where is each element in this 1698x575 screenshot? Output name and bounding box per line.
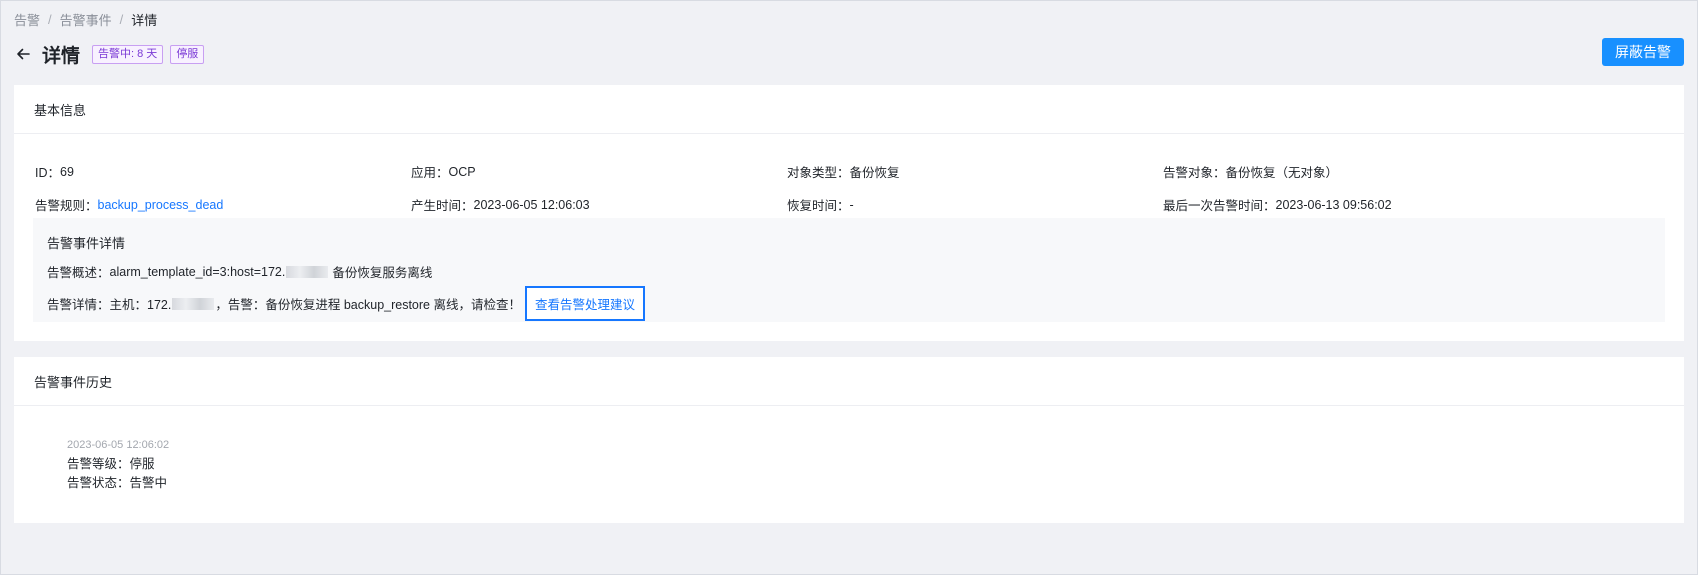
info-created-time: 产生时间： 2023-06-05 12:06:03 bbox=[411, 195, 787, 214]
redacted-ip bbox=[286, 265, 329, 278]
breadcrumb-separator: / bbox=[119, 12, 124, 27]
event-detail-title: 告警事件详情 bbox=[47, 236, 126, 251]
info-label: 恢复时间： bbox=[787, 199, 850, 213]
detail-prefix: 主机：172. bbox=[109, 298, 172, 312]
info-object-type: 对象类型： 备份恢复 bbox=[787, 162, 1163, 181]
info-recovered-time: 恢复时间： - bbox=[787, 195, 1163, 214]
info-label: 产生时间： bbox=[411, 199, 474, 213]
info-alarm-object: 告警对象： 备份恢复（无对象） bbox=[1163, 162, 1539, 181]
page-title: 详情 bbox=[42, 45, 81, 67]
info-label: 最后一次告警时间： bbox=[1163, 199, 1276, 213]
info-row: ID： 69 应用： OCP 对象类型： 备份恢复 告警对象： 备份恢复（无对象… bbox=[35, 155, 1684, 188]
history-timestamp: 2023-06-05 12:06:02 bbox=[67, 439, 170, 451]
info-row: 告警规则： backup_process_dead 产生时间： 2023-06-… bbox=[35, 188, 1684, 221]
info-label: 告警规则： bbox=[35, 199, 98, 213]
page-header: 详情 告警中: 8 天 停服 屏蔽告警 bbox=[14, 38, 1684, 69]
info-application: 应用： OCP bbox=[411, 162, 787, 181]
basic-info-title: 基本信息 bbox=[14, 85, 1684, 134]
status-badge-alarming-duration: 告警中: 8 天 bbox=[92, 44, 164, 64]
history-status: 告警状态：告警中 bbox=[67, 476, 168, 490]
info-value: OCP bbox=[448, 164, 476, 179]
detail-suffix: ，告警：备份恢复进程 backup_restore 离线，请检查！ bbox=[215, 298, 521, 312]
alarm-summary: 告警概述： alarm_template_id=3:host=172. 备份恢复… bbox=[47, 262, 432, 281]
breadcrumb: 告警 / 告警事件 / 详情 bbox=[14, 10, 157, 29]
summary-prefix: alarm_template_id=3:host=172. bbox=[109, 264, 286, 279]
info-last-alarm-time: 最后一次告警时间： 2023-06-13 09:56:02 bbox=[1163, 195, 1539, 214]
info-value: 备份恢复（无对象） bbox=[1225, 166, 1339, 180]
breadcrumb-item-alarm[interactable]: 告警 bbox=[14, 10, 40, 29]
severity-badge: 停服 bbox=[170, 44, 205, 64]
view-handling-advice-link[interactable]: 查看告警处理建议 bbox=[524, 286, 645, 321]
history-card: 告警事件历史 2023-06-05 12:06:02 告警等级：停服 告警状态：… bbox=[14, 357, 1684, 523]
info-id: ID： 69 bbox=[35, 162, 411, 181]
basic-info-card: 基本信息 ID： 69 应用： OCP 对象类型： 备份恢复 告警对象： 备份恢… bbox=[14, 85, 1684, 341]
info-label: ID： bbox=[35, 166, 61, 180]
history-timeline: 2023-06-05 12:06:02 告警等级：停服 告警状态：告警中 bbox=[67, 439, 169, 493]
info-label: 对象类型： bbox=[787, 166, 850, 180]
info-label: 应用： bbox=[411, 166, 449, 180]
arrow-left-icon[interactable] bbox=[14, 45, 32, 63]
breadcrumb-separator: / bbox=[48, 12, 52, 27]
detail-label: 告警详情： bbox=[47, 298, 110, 312]
info-value: 2023-06-05 12:06:03 bbox=[473, 197, 590, 212]
summary-label: 告警概述： bbox=[47, 266, 110, 280]
info-grid: ID： 69 应用： OCP 对象类型： 备份恢复 告警对象： 备份恢复（无对象… bbox=[35, 155, 1684, 221]
breadcrumb-item-alarm-events[interactable]: 告警事件 bbox=[60, 10, 112, 29]
info-value: 69 bbox=[60, 164, 74, 179]
summary-suffix: 备份恢复服务离线 bbox=[332, 266, 433, 280]
breadcrumb-current: 详情 bbox=[131, 13, 158, 28]
info-value: 2023-06-13 09:56:02 bbox=[1275, 197, 1392, 212]
history-title: 告警事件历史 bbox=[14, 357, 1684, 406]
redacted-ip bbox=[172, 297, 215, 310]
info-value: - bbox=[849, 197, 854, 212]
alarm-rule-link[interactable]: backup_process_dead bbox=[98, 198, 224, 212]
alarm-detail: 告警详情： 主机：172. ，告警：备份恢复进程 backup_restore … bbox=[47, 286, 645, 321]
history-level: 告警等级：停服 bbox=[67, 457, 155, 471]
event-detail-panel: 告警事件详情 告警概述： alarm_template_id=3:host=17… bbox=[33, 218, 1665, 322]
info-value: 备份恢复 bbox=[849, 166, 900, 180]
info-alarm-rule: 告警规则： backup_process_dead bbox=[35, 195, 411, 214]
mask-alarm-button[interactable]: 屏蔽告警 bbox=[1602, 38, 1684, 66]
info-label: 告警对象： bbox=[1163, 166, 1226, 180]
